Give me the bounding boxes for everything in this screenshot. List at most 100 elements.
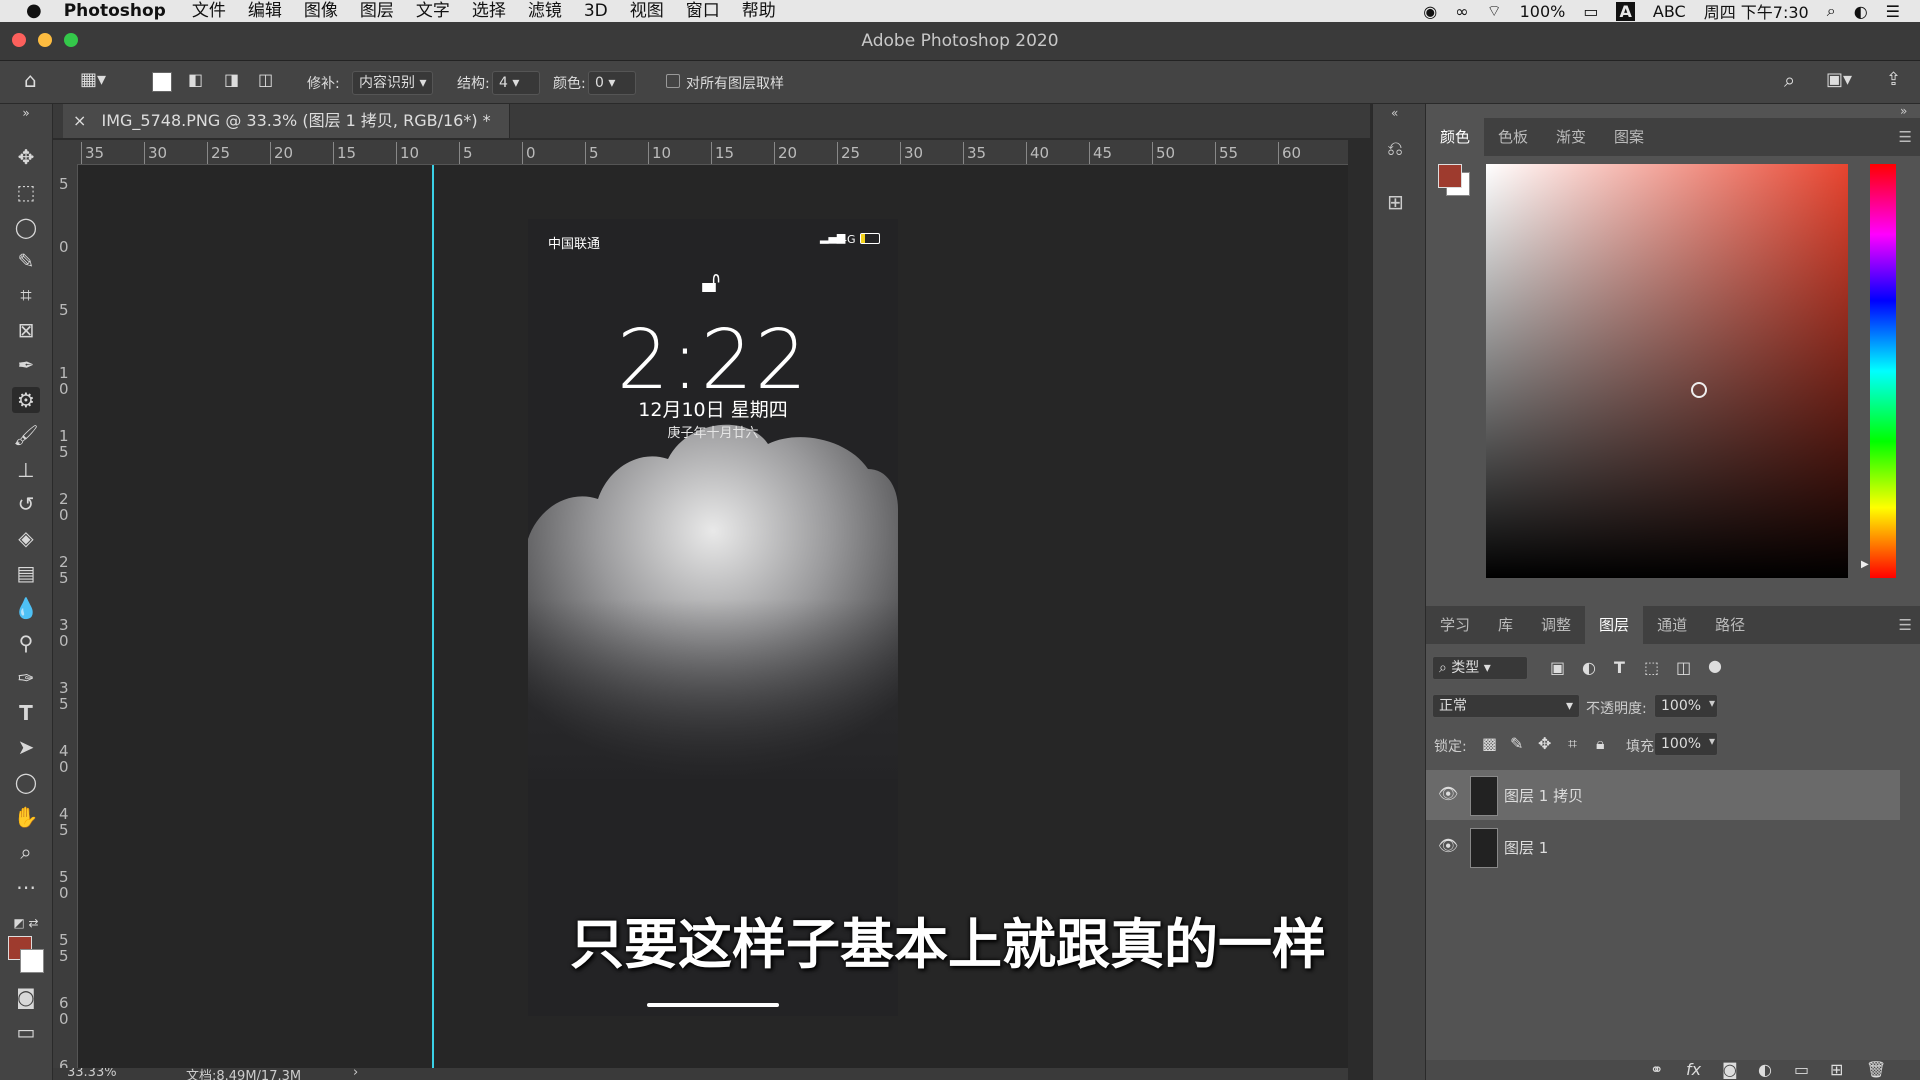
menu-app-name[interactable]: Photoshop	[64, 0, 166, 22]
structure-select[interactable]: 4 ▾	[492, 71, 540, 95]
layer-filter-select[interactable]: ⌕ 类型 ▾	[1432, 656, 1528, 680]
document-tab[interactable]: × IMG_5748.PNG @ 33.3% (图层 1 拷贝, RGB/16*…	[63, 104, 510, 138]
lock-position-icon[interactable]: ✥	[1538, 734, 1551, 753]
spotlight-search-icon[interactable]: ⌕	[1827, 1, 1836, 21]
zoom-tool-icon[interactable]: ⌕	[12, 839, 40, 865]
tab-gradients[interactable]: 渐变	[1542, 118, 1600, 156]
hand-tool-icon[interactable]: ✋	[12, 804, 40, 830]
zoom-level[interactable]: 33.33%	[67, 1068, 117, 1080]
edit-toolbar-icon[interactable]: ⋯	[12, 874, 40, 900]
filter-toggle-icon[interactable]: ●	[1708, 656, 1722, 675]
battery-icon[interactable]: ▭	[1583, 2, 1598, 21]
menu-window[interactable]: 窗口	[686, 0, 720, 22]
home-icon[interactable]: ⌂	[24, 68, 37, 92]
share-icon[interactable]: ⇪	[1886, 69, 1901, 90]
wifi-icon[interactable]: ⌔	[1487, 1, 1502, 21]
properties-panel-icon[interactable]: ⊞	[1387, 190, 1404, 214]
pen-tool-icon[interactable]: ✑	[12, 665, 40, 691]
path-selection-tool-icon[interactable]: ➤	[12, 734, 40, 760]
color-picker-field[interactable]	[1486, 164, 1848, 578]
menu-clock[interactable]: 周四 下午7:30	[1704, 0, 1809, 23]
menu-file[interactable]: 文件	[192, 0, 226, 22]
layer-row[interactable]: 👁︎ 图层 1	[1426, 822, 1900, 872]
menu-image[interactable]: 图像	[304, 0, 338, 22]
new-selection-icon[interactable]	[152, 72, 172, 92]
filter-type-icon[interactable]: T	[1614, 658, 1625, 677]
link-layers-icon[interactable]: ⚭	[1650, 1060, 1663, 1079]
sample-all-layers-checkbox[interactable]	[666, 74, 680, 88]
patch-tool-icon[interactable]: ⚙	[12, 387, 40, 413]
lock-transparency-icon[interactable]: ▩	[1482, 734, 1497, 753]
lock-pixels-icon[interactable]: ✎	[1510, 734, 1523, 753]
layers-panel-menu-icon[interactable]: ☰	[1899, 616, 1912, 634]
filter-shape-icon[interactable]: ⬚	[1644, 658, 1659, 677]
screen-mode-icon[interactable]: ▭	[12, 1019, 40, 1045]
subtract-selection-icon[interactable]: ◨	[224, 70, 239, 89]
menu-type[interactable]: 文字	[416, 0, 450, 22]
gradient-tool-icon[interactable]: ▤	[12, 560, 40, 586]
input-method-icon[interactable]: A	[1616, 1, 1635, 21]
creative-cloud-icon[interactable]: ∞	[1455, 2, 1468, 21]
patch-tool-preset-icon[interactable]: ▦▾	[80, 69, 106, 90]
brush-tool-icon[interactable]: 🖌	[12, 422, 40, 448]
collapse-panels-icon[interactable]: »	[1900, 104, 1907, 118]
delete-layer-icon[interactable]: 🗑︎	[1866, 1060, 1886, 1079]
eraser-tool-icon[interactable]: ◈	[12, 525, 40, 551]
blend-mode-select[interactable]: 正常 ▾	[1432, 694, 1580, 718]
layer-visibility-eye-icon[interactable]: 👁︎	[1438, 836, 1458, 855]
history-panel-icon[interactable]: ⎌	[1387, 136, 1403, 160]
tab-layers[interactable]: 图层	[1585, 606, 1644, 644]
hue-slider[interactable]	[1870, 164, 1896, 578]
layer-name[interactable]: 图层 1 拷贝	[1504, 785, 1583, 806]
color-panel-menu-icon[interactable]: ☰	[1899, 128, 1912, 146]
vertical-guide-line[interactable]	[432, 165, 434, 1068]
input-source-label[interactable]: ABC	[1653, 2, 1686, 21]
tab-color[interactable]: 颜色	[1426, 118, 1485, 156]
layer-style-fx-icon[interactable]: fx	[1686, 1060, 1701, 1079]
new-layer-icon[interactable]: ⊞	[1830, 1060, 1843, 1079]
phone-lockscreen-image[interactable]: 中国联通 ▂▄▆ 4G 🔓︎ 2:22 12月10日 星期四 庚子年十月廿六	[528, 219, 898, 1016]
tab-patterns[interactable]: 图案	[1600, 118, 1658, 156]
layer-name[interactable]: 图层 1	[1504, 837, 1548, 858]
filter-adjustment-icon[interactable]: ◐	[1582, 658, 1596, 677]
quick-selection-tool-icon[interactable]: ✎	[12, 248, 40, 274]
menu-help[interactable]: 帮助	[742, 0, 776, 22]
menu-filter[interactable]: 滤镜	[528, 0, 562, 22]
menu-3d[interactable]: 3D	[584, 0, 608, 22]
intersect-selection-icon[interactable]: ◫	[258, 70, 273, 89]
default-colors-icon[interactable]: ◩ ⇄	[12, 910, 40, 936]
add-mask-icon[interactable]: ◙	[1722, 1060, 1738, 1079]
tab-channels[interactable]: 通道	[1643, 606, 1701, 644]
fill-dropdown-icon[interactable]: ▾	[1709, 734, 1715, 748]
collapse-dock-icon[interactable]: «	[1391, 106, 1398, 120]
status-menu-arrow-icon[interactable]: ›	[353, 1068, 358, 1080]
layer-row[interactable]: 👁︎ 图层 1 拷贝	[1426, 770, 1900, 820]
move-tool-icon[interactable]: ✥	[12, 144, 40, 170]
workspace-icon[interactable]: ▣▾	[1826, 69, 1852, 90]
clone-stamp-tool-icon[interactable]: ⊥	[12, 457, 40, 483]
dodge-tool-icon[interactable]: ⚲	[12, 630, 40, 656]
lock-artboard-icon[interactable]: ⌗	[1568, 734, 1577, 754]
vertical-ruler[interactable]: 505101520253035404550556065	[53, 164, 78, 1080]
marquee-tool-icon[interactable]: ⬚	[12, 179, 40, 205]
menu-view[interactable]: 视图	[630, 0, 664, 22]
type-tool-icon[interactable]: T	[12, 700, 40, 726]
panel-foreground-swatch[interactable]	[1438, 164, 1462, 188]
search-icon[interactable]: ⌕	[1784, 68, 1795, 92]
ellipse-tool-icon[interactable]: ◯	[12, 769, 40, 795]
menu-select[interactable]: 选择	[472, 0, 506, 22]
menu-layer[interactable]: 图层	[360, 0, 394, 22]
filter-pixel-icon[interactable]: ▣	[1550, 658, 1565, 677]
apple-menu-icon[interactable]: ●	[26, 0, 42, 22]
tab-learn[interactable]: 学习	[1426, 606, 1484, 644]
eyedropper-tool-icon[interactable]: ✒	[12, 352, 40, 378]
expand-tools-icon[interactable]: »	[12, 106, 40, 120]
notification-center-icon[interactable]: ☰	[1886, 2, 1900, 21]
tab-adjustments[interactable]: 调整	[1527, 606, 1585, 644]
new-adjustment-icon[interactable]: ◐	[1758, 1060, 1772, 1079]
quick-mask-icon[interactable]: ◙	[12, 984, 40, 1010]
filter-smart-object-icon[interactable]: ◫	[1676, 658, 1691, 677]
background-color-swatch[interactable]	[20, 949, 44, 973]
color-picker-cursor[interactable]	[1691, 382, 1707, 398]
tab-libraries[interactable]: 库	[1484, 606, 1527, 644]
